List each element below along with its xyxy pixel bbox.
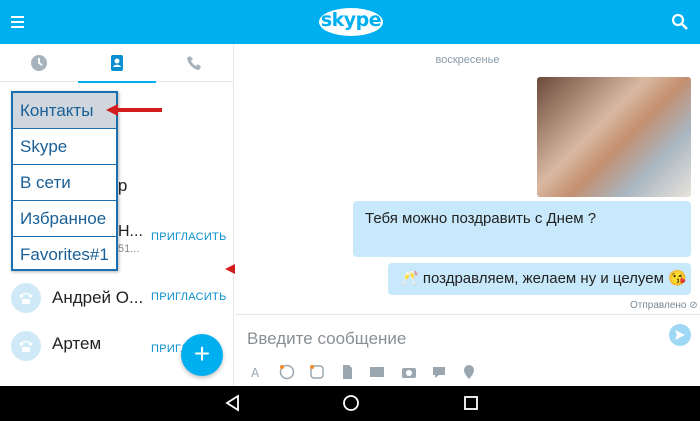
skype-logo: skype	[318, 6, 384, 38]
avatar	[11, 331, 41, 361]
dropdown-item-contacts[interactable]: Контакты	[13, 93, 116, 129]
phone-icon	[187, 56, 201, 70]
red-arrow-annotation	[106, 104, 162, 116]
recent-apps-icon[interactable]	[462, 394, 480, 412]
message-input[interactable]	[247, 327, 647, 351]
hamburger-menu-icon[interactable]	[8, 11, 30, 33]
contact-subtitle: 51...	[118, 243, 140, 255]
contact-name: Артем	[52, 334, 102, 353]
dropdown-item-favorites[interactable]: Избранное	[13, 201, 116, 237]
message-bubble[interactable]: Тебя можно поздравить с Днем ?	[353, 201, 691, 257]
message-status: Отправлено ⊘	[630, 300, 698, 311]
contacts-filter-dropdown[interactable]: Контакты Skype В сети Избранное Favorite…	[11, 91, 118, 271]
top-bar: skype	[0, 0, 700, 44]
video-message-icon[interactable]	[431, 364, 447, 380]
moji-icon[interactable]	[309, 364, 325, 380]
camera-icon[interactable]	[401, 364, 417, 380]
dropdown-item-skype[interactable]: Skype	[13, 129, 116, 165]
text-format-icon[interactable]: A	[249, 364, 265, 380]
message-bubble[interactable]: 🥂 поздравляем, желаем ну и целуем 😘	[388, 263, 691, 295]
home-icon[interactable]	[342, 394, 360, 412]
check-icon: ⊘	[689, 300, 698, 311]
chat-panel: воскресенье Тебя можно поздравить с Днем…	[235, 44, 700, 386]
shared-photo[interactable]	[537, 77, 691, 197]
emoticon-icon[interactable]	[279, 364, 295, 380]
contact-name: Андрей О...	[52, 288, 144, 307]
image-icon[interactable]	[369, 364, 385, 380]
search-icon[interactable]	[670, 12, 690, 32]
day-separator: воскресенье	[435, 54, 500, 66]
skype-logo-text: skype	[320, 9, 382, 31]
dropdown-item-online[interactable]: В сети	[13, 165, 116, 201]
contact-name: Н...	[118, 223, 143, 240]
tab-contacts[interactable]	[78, 44, 156, 83]
android-navigation-bar	[0, 386, 700, 421]
message-composer: A	[235, 314, 700, 386]
add-contact-button[interactable]: +	[181, 334, 223, 376]
dropdown-item-favorites-1[interactable]: Favorites#1	[13, 237, 116, 273]
tab-recent[interactable]	[0, 44, 78, 82]
svg-text:A: A	[251, 366, 260, 380]
phone-icon	[19, 293, 33, 304]
invite-button[interactable]: ПРИГЛАСИТЬ	[151, 291, 227, 303]
location-icon[interactable]	[461, 364, 477, 380]
back-icon[interactable]	[224, 394, 242, 412]
list-item[interactable]: Андрей О... ПРИГЛАСИТЬ	[0, 276, 234, 320]
invite-button[interactable]: ПРИГЛАСИТЬ	[151, 231, 227, 243]
tab-bar	[0, 44, 234, 83]
contacts-book-icon	[111, 55, 123, 71]
avatar	[11, 283, 41, 313]
phone-icon	[19, 341, 33, 352]
send-button[interactable]	[669, 324, 691, 346]
clock-icon	[31, 55, 47, 71]
file-icon[interactable]	[339, 364, 355, 380]
tab-calls[interactable]	[156, 44, 234, 82]
